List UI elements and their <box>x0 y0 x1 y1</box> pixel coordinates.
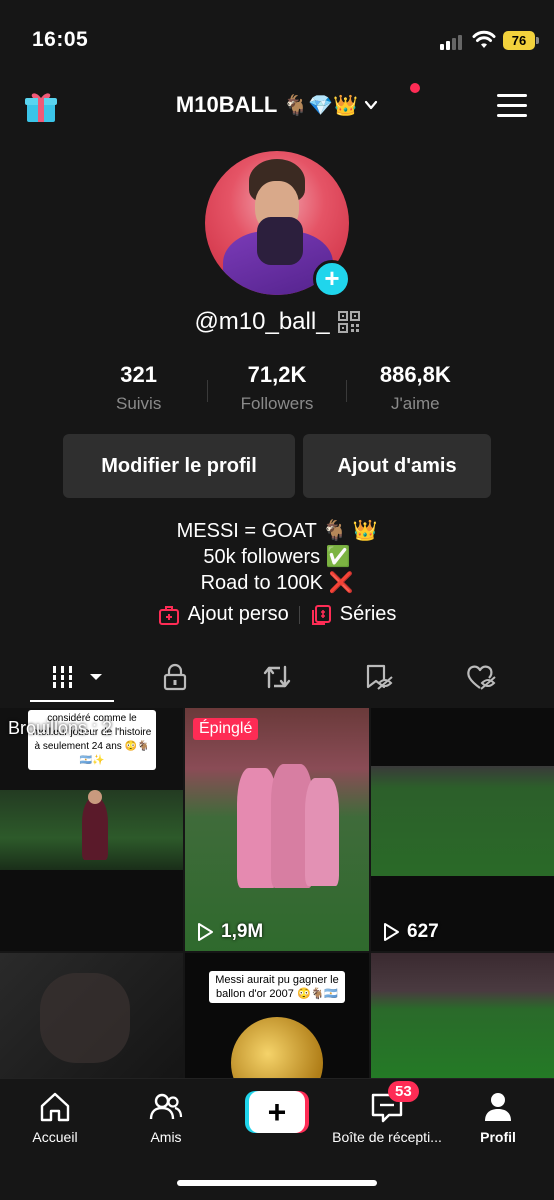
profile-header: M10BALL 🐐💎👑 <box>0 80 554 136</box>
view-count-value: 627 <box>407 921 439 942</box>
nav-home[interactable]: Accueil <box>0 1089 110 1145</box>
profile-stats: 321 Suivis 71,2K Followers 886,8K J'aime <box>70 362 484 418</box>
content-tabs <box>0 652 554 704</box>
caret-down-icon <box>90 674 102 680</box>
tab-liked[interactable] <box>462 662 500 692</box>
nav-label: Accueil <box>32 1129 78 1145</box>
stat-likes[interactable]: 886,8K J'aime <box>347 362 484 418</box>
home-indicator <box>177 1180 377 1186</box>
add-personal-link[interactable]: Ajout perso <box>158 603 289 626</box>
tab-private[interactable] <box>160 662 190 692</box>
medical-bag-icon <box>158 605 179 625</box>
repost-icon <box>263 665 291 689</box>
profile-handle-row: @m10_ball_ <box>0 308 554 336</box>
qr-code-icon[interactable] <box>337 311 360 333</box>
active-tab-indicator <box>30 700 114 702</box>
profile-handle: @m10_ball_ <box>194 308 330 335</box>
series-label: Séries <box>339 603 397 625</box>
video-thumbnail[interactable]: 627 <box>371 708 554 951</box>
cellular-signal-icon <box>440 34 466 50</box>
home-icon <box>40 1092 70 1122</box>
account-switcher[interactable]: M10BALL 🐐💎👑 <box>0 92 554 118</box>
video-caption: Messi aurait pu gagner le ballon d'or 20… <box>209 971 345 1003</box>
status-time: 16:05 <box>32 28 89 51</box>
view-count: 627 <box>381 921 439 943</box>
inbox-badge: 53 <box>388 1081 419 1102</box>
view-count: 1,9M <box>195 921 263 943</box>
plus-icon: + <box>324 263 340 293</box>
add-story-button[interactable]: + <box>313 260 351 298</box>
stat-value: 321 <box>120 362 158 387</box>
header-username-emojis: 🐐💎👑 <box>283 94 359 117</box>
video-thumbnail[interactable] <box>0 953 183 1078</box>
stat-label: J'aime <box>391 394 440 413</box>
play-icon <box>384 923 399 941</box>
video-grid: considéré comme le meilleur joueur de l'… <box>0 708 554 1078</box>
edit-profile-button[interactable]: Modifier le profil <box>63 434 295 498</box>
video-thumbnail[interactable] <box>371 953 554 1078</box>
nav-friends[interactable]: Amis <box>111 1089 221 1145</box>
status-bar: 16:05 76 <box>0 0 554 80</box>
plus-icon: + <box>249 1091 305 1133</box>
tab-videos[interactable] <box>46 662 108 692</box>
video-still <box>0 790 183 870</box>
series-icon <box>311 604 331 625</box>
pinned-badge: Épinglé <box>193 718 259 740</box>
stat-label: Followers <box>240 394 314 413</box>
series-link[interactable]: Séries <box>310 603 397 626</box>
nav-inbox[interactable]: Boîte de récepti... <box>332 1089 442 1145</box>
stat-label: Suivis <box>115 394 162 413</box>
bio-line: Road to 100K ❌ <box>200 572 354 594</box>
nav-label: Amis <box>150 1129 182 1145</box>
stat-value: 886,8K <box>379 362 451 387</box>
profile-bio: MESSI = GOAT 🐐 👑 50k followers ✅ Road to… <box>0 518 554 596</box>
drafts-label: Brouillons : 2 <box>8 718 113 738</box>
battery-indicator: 76 <box>503 31 539 50</box>
view-count-value: 1,9M <box>221 921 264 942</box>
tab-reposts[interactable] <box>260 662 294 692</box>
grid-icon <box>52 666 74 688</box>
bio-line: MESSI = GOAT 🐐 👑 <box>176 520 378 542</box>
notification-dot <box>410 83 420 93</box>
profile-icon <box>485 1093 511 1121</box>
heart-hidden-icon <box>467 665 496 690</box>
wifi-icon <box>472 30 496 48</box>
stat-value: 71,2K <box>247 362 307 387</box>
nav-profile[interactable]: Profil <box>443 1089 553 1145</box>
video-thumbnail[interactable]: Messi aurait pu gagner le ballon d'or 20… <box>185 953 369 1078</box>
bio-line: 50k followers ✅ <box>203 546 351 568</box>
create-button[interactable]: + <box>245 1091 309 1133</box>
add-friends-button[interactable]: Ajout d'amis <box>303 434 491 498</box>
play-icon <box>198 923 213 941</box>
menu-icon[interactable] <box>497 94 527 118</box>
stat-followers[interactable]: 71,2K Followers <box>208 362 345 418</box>
stat-following[interactable]: 321 Suivis <box>70 362 207 418</box>
pinned-video-thumbnail[interactable]: Épinglé 1,9M <box>185 708 369 951</box>
drafts-thumbnail[interactable]: considéré comme le meilleur joueur de l'… <box>0 708 183 951</box>
bookmark-hidden-icon <box>366 664 393 690</box>
friends-icon <box>149 1093 183 1120</box>
divider <box>298 605 300 624</box>
lock-icon <box>163 663 187 691</box>
header-username: M10BALL <box>175 92 278 117</box>
tab-favorites[interactable] <box>360 662 396 692</box>
chevron-down-icon <box>364 100 378 110</box>
profile-links: Ajout perso Séries <box>0 603 554 626</box>
nav-label: Boîte de récepti... <box>332 1129 442 1145</box>
profile-actions: Modifier le profil Ajout d'amis <box>63 434 491 498</box>
nav-label: Profil <box>480 1129 516 1145</box>
add-personal-label: Ajout perso <box>187 603 289 625</box>
